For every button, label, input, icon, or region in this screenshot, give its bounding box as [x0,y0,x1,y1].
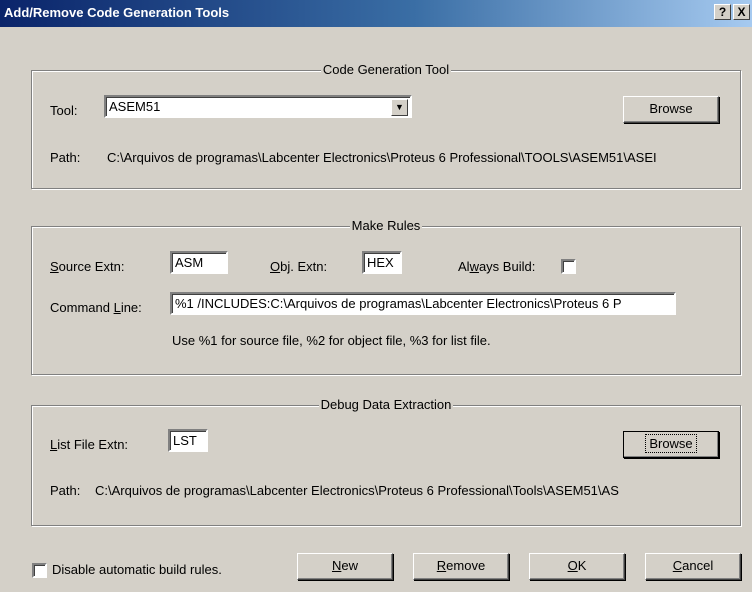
code-generation-tool-group: Code Generation Tool [31,62,741,189]
source-extn-input[interactable]: ASM [170,251,228,274]
list-file-extn-input[interactable]: LST [168,429,208,452]
new-button-label: New [331,558,358,573]
list-file-extn-label: List File Extn: [50,437,129,452]
list-file-path-label: Path: [50,483,81,498]
obj-extn-input[interactable]: HEX [362,251,402,274]
source-extn-label: Source Extn: [50,259,125,274]
ok-button-label: OK [567,558,587,573]
obj-extn-label: Obj. Extn: [270,259,328,274]
debug-data-extraction-legend: Debug Data Extraction [318,397,454,412]
remove-button-label: Remove [436,558,486,573]
close-button[interactable]: X [733,4,750,20]
disable-build-rules-label: Disable automatic build rules. [52,562,222,577]
ok-button[interactable]: OK [529,553,625,580]
tool-path-value: C:\Arquivos de programas\Labcenter Elect… [107,150,657,165]
title-bar[interactable]: Add/Remove Code Generation Tools ? X [0,0,752,27]
always-build-checkbox[interactable] [561,259,576,274]
command-line-label: Command Line: [50,300,142,315]
cancel-button-label: Cancel [672,558,714,573]
code-generation-tool-legend: Code Generation Tool [320,62,452,77]
cancel-button[interactable]: Cancel [645,553,741,580]
tool-path-label: Path: [50,150,81,165]
chevron-down-icon[interactable]: ▼ [391,99,408,116]
list-file-path-value: C:\Arquivos de programas\Labcenter Elect… [95,483,619,498]
list-file-browse-button[interactable]: Browse [623,431,719,458]
debug-data-extraction-group: Debug Data Extraction [31,397,741,526]
command-line-input[interactable]: %1 /INCLUDES:C:\Arquivos de programas\La… [170,292,676,315]
list-file-browse-label: Browse [645,434,697,453]
new-button[interactable]: New [297,553,393,580]
always-build-label: Always Build: [458,259,536,274]
tool-value: ASEM51 [109,99,161,114]
tool-browse-label: Browse [649,101,693,116]
remove-button[interactable]: Remove [413,553,509,580]
tool-label: Tool: [50,103,78,118]
make-rules-hint: Use %1 for source file, %2 for object fi… [172,333,491,348]
disable-build-rules-checkbox[interactable] [32,563,47,578]
tool-browse-button[interactable]: Browse [623,96,719,123]
window-title: Add/Remove Code Generation Tools [4,5,230,20]
tool-combobox[interactable]: ASEM51 ▼ [104,95,412,118]
help-button[interactable]: ? [714,4,731,20]
make-rules-legend: Make Rules [349,218,423,233]
